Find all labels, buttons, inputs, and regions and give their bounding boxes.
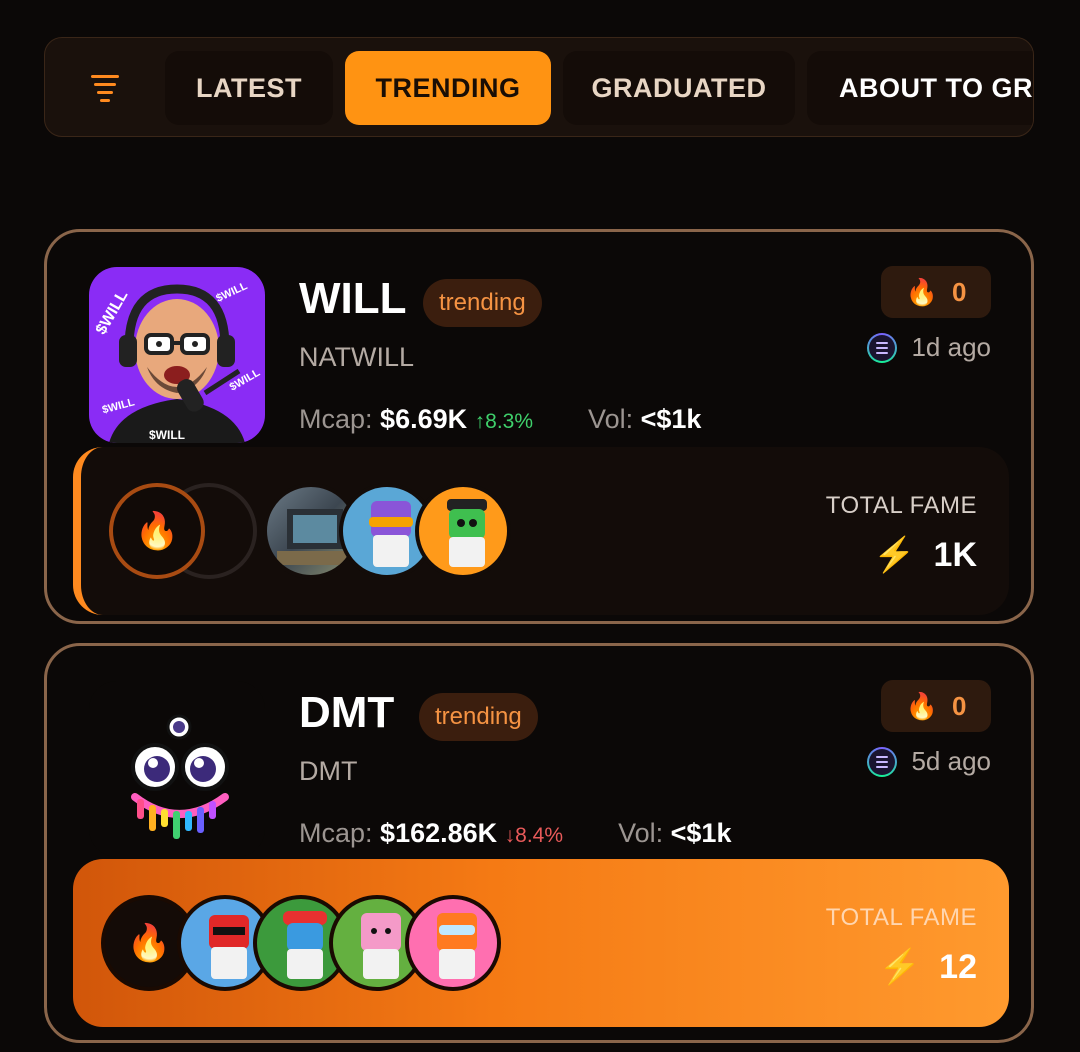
- fire-icon: 🔥: [109, 483, 205, 579]
- token-name: DMT: [299, 688, 395, 737]
- filter-icon[interactable]: [85, 68, 125, 108]
- fire-count: 0: [951, 276, 967, 307]
- fire-count-button[interactable]: 🔥 0: [881, 680, 991, 732]
- mcap-label: Mcap:: [299, 404, 373, 434]
- token-card[interactable]: $WILL $WILL $WILL $WILL $WILL WILL trend…: [44, 229, 1034, 624]
- volume-label: Vol:: [588, 404, 634, 434]
- mcap-value: $6.69K: [380, 404, 468, 434]
- solana-icon: [867, 332, 898, 363]
- fame-bar[interactable]: 🔥 TOTAL FAME ⚡ 1K: [73, 447, 1009, 615]
- age-text: 1d ago: [911, 332, 991, 362]
- age-text: 5d ago: [911, 746, 991, 776]
- tab-about-to-graduate[interactable]: ABOUT TO GR: [807, 51, 1033, 125]
- svg-text:$WILL: $WILL: [149, 428, 185, 442]
- tab-trending[interactable]: TRENDING: [345, 51, 551, 125]
- volume-value: <$1k: [640, 404, 702, 434]
- supporter-avatar: [415, 483, 511, 579]
- total-fame: ⚡ 12: [879, 947, 977, 987]
- supporter-avatars: 🔥: [101, 895, 521, 995]
- token-age: 1d ago: [867, 332, 991, 363]
- supporter-avatars: 🔥: [109, 483, 529, 583]
- tab-graduated[interactable]: GRADUATED: [563, 51, 795, 125]
- trending-badge: trending: [419, 693, 538, 741]
- token-avatar: $WILL $WILL $WILL $WILL $WILL: [89, 267, 265, 443]
- total-fame-label: TOTAL FAME: [825, 492, 977, 519]
- token-ticker: NATWILL: [299, 342, 415, 372]
- trending-badge: trending: [423, 279, 542, 327]
- bolt-icon: ⚡: [878, 948, 922, 986]
- mcap-label: Mcap:: [299, 818, 373, 848]
- token-stats: Mcap: $6.69K ↑8.3% Vol: <$1k: [299, 404, 701, 435]
- token-age: 5d ago: [867, 746, 991, 777]
- token-avatar: [89, 681, 265, 857]
- token-ticker: DMT: [299, 756, 358, 786]
- bolt-icon: ⚡: [873, 536, 916, 574]
- volume-label: Vol:: [618, 818, 664, 848]
- supporter-avatar: [405, 895, 501, 991]
- total-fame-label: TOTAL FAME: [825, 904, 977, 931]
- total-fame: ⚡ 1K: [873, 535, 977, 575]
- total-fame-value: 1K: [933, 535, 977, 574]
- fire-icon: 🔥: [905, 690, 938, 721]
- fire-count: 0: [951, 690, 967, 721]
- token-card[interactable]: DMT trending DMT Mcap: $162.86K ↓8.4% Vo…: [44, 643, 1034, 1043]
- fire-icon: 🔥: [905, 276, 938, 307]
- total-fame-value: 12: [939, 947, 977, 986]
- price-change: ↑8.3%: [474, 410, 534, 433]
- category-tab-bar: LATEST TRENDING GRADUATED ABOUT TO GR: [44, 37, 1034, 137]
- volume-value: <$1k: [670, 818, 732, 848]
- token-stats: Mcap: $162.86K ↓8.4% Vol: <$1k: [299, 818, 731, 849]
- mcap-value: $162.86K: [380, 818, 498, 848]
- tab-latest[interactable]: LATEST: [165, 51, 333, 125]
- token-name: WILL: [299, 274, 407, 323]
- solana-icon: [867, 746, 898, 777]
- fame-bar[interactable]: 🔥 TOTAL FAME ⚡ 12: [73, 859, 1009, 1027]
- fire-count-button[interactable]: 🔥 0: [881, 266, 991, 318]
- price-change: ↓8.4%: [504, 824, 564, 847]
